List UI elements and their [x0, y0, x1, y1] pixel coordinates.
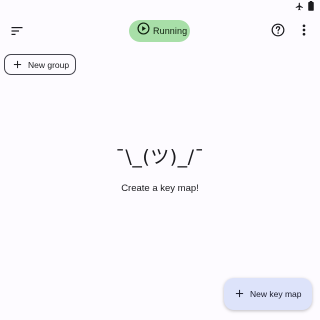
- new-key-map-label: New key map: [250, 289, 302, 299]
- more-vert-icon: [302, 23, 306, 41]
- help-button[interactable]: [267, 21, 289, 43]
- new-group-label: New group: [28, 59, 70, 70]
- play-circle-icon: [137, 22, 150, 40]
- sort-menu-button[interactable]: [6, 21, 28, 43]
- new-group-button[interactable]: New group: [4, 54, 76, 75]
- toolbar: Running: [0, 18, 320, 46]
- airplane-icon: [295, 2, 304, 11]
- status-icons: [295, 1, 314, 11]
- new-key-map-button[interactable]: New key map: [224, 278, 312, 310]
- status-bar: [0, 0, 320, 14]
- sort-menu-icon: [11, 23, 23, 41]
- more-options-button[interactable]: [293, 21, 315, 43]
- running-label: Running: [153, 26, 188, 36]
- battery-icon: [308, 1, 314, 11]
- running-status-chip[interactable]: Running: [129, 20, 190, 42]
- empty-state-emoticon: ¯\_(ツ)_/¯: [115, 146, 205, 168]
- plus-icon: [235, 285, 244, 303]
- help-circle-icon: [271, 23, 285, 42]
- plus-icon: [13, 56, 22, 74]
- empty-state-message: Create a key map!: [121, 183, 199, 194]
